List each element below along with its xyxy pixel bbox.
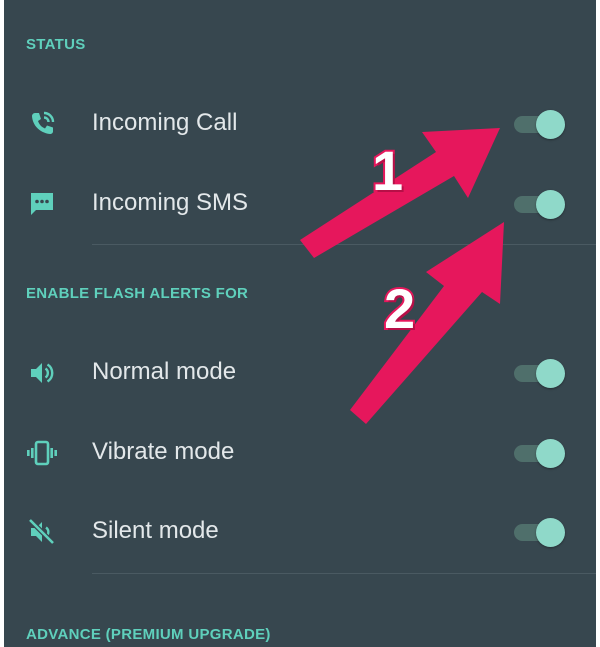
row-incoming-call[interactable]: Incoming Call bbox=[4, 94, 596, 154]
section-header-status: STATUS bbox=[26, 36, 86, 53]
switch-thumb bbox=[536, 439, 565, 468]
normal-mode-switch[interactable] bbox=[512, 359, 568, 388]
section-header-flash-alerts: ENABLE FLASH ALERTS FOR bbox=[26, 285, 249, 302]
switch-thumb bbox=[536, 110, 565, 139]
divider bbox=[92, 573, 596, 574]
row-silent-mode[interactable]: Silent mode bbox=[4, 502, 596, 562]
vibrate-icon bbox=[26, 437, 58, 469]
row-vibrate-mode[interactable]: Vibrate mode bbox=[4, 423, 596, 483]
row-incoming-sms[interactable]: Incoming SMS bbox=[4, 174, 596, 234]
row-normal-mode[interactable]: Normal mode bbox=[4, 343, 596, 403]
section-header-advance: ADVANCE (PREMIUM UPGRADE) bbox=[26, 626, 271, 643]
switch-thumb bbox=[536, 518, 565, 547]
normal-mode-label: Normal mode bbox=[92, 358, 237, 385]
phone-ring-icon bbox=[26, 108, 58, 140]
sms-icon bbox=[26, 188, 58, 220]
annotation-number-2: 2 bbox=[382, 275, 417, 342]
switch-thumb bbox=[536, 359, 565, 388]
annotation-number-1: 1 bbox=[370, 137, 405, 204]
incoming-call-switch[interactable] bbox=[512, 110, 568, 139]
incoming-sms-label: Incoming SMS bbox=[92, 189, 249, 216]
silent-mode-label: Silent mode bbox=[92, 517, 219, 544]
silent-mode-switch[interactable] bbox=[512, 518, 568, 547]
mute-icon bbox=[26, 516, 58, 548]
vibrate-mode-label: Vibrate mode bbox=[92, 438, 235, 465]
vibrate-mode-switch[interactable] bbox=[512, 439, 568, 468]
settings-screen: STATUS Incoming Call Incoming SMS ENABLE… bbox=[4, 0, 596, 647]
speaker-icon bbox=[26, 357, 58, 389]
incoming-sms-switch[interactable] bbox=[512, 190, 568, 219]
switch-thumb bbox=[536, 190, 565, 219]
divider bbox=[92, 244, 596, 245]
incoming-call-label: Incoming Call bbox=[92, 109, 238, 136]
